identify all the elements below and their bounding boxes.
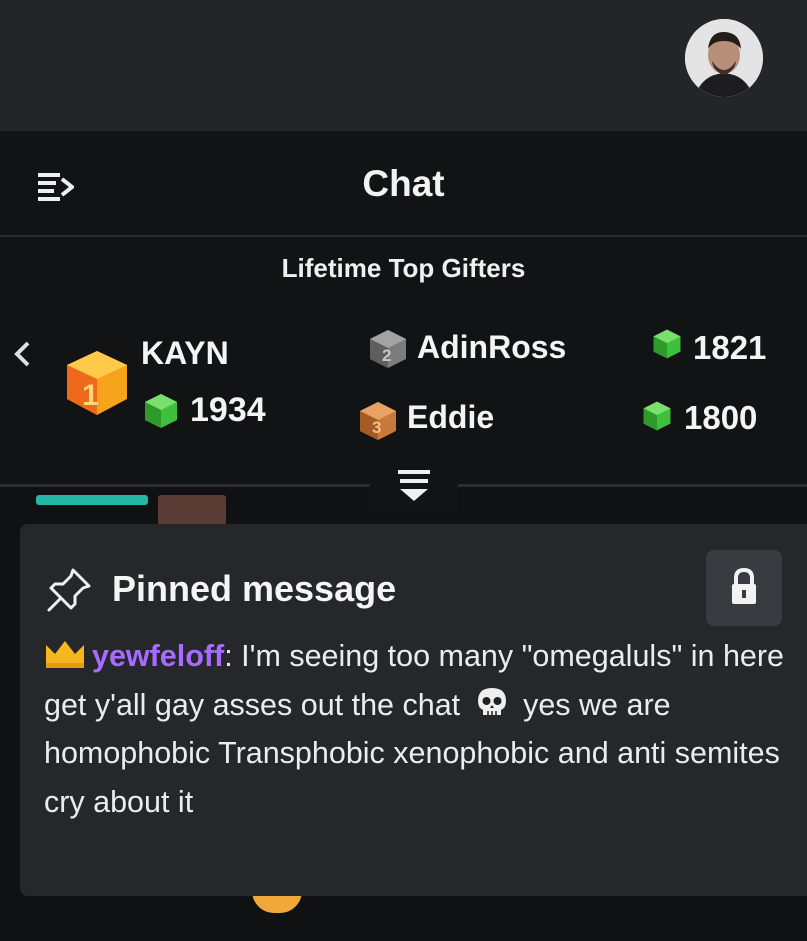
chat-title: Chat xyxy=(362,163,445,204)
chat-header: Chat xyxy=(0,131,807,237)
avatar-image xyxy=(685,19,763,97)
rank-1-badge-icon: 1 xyxy=(67,351,127,415)
top-bar xyxy=(0,0,807,131)
svg-text:1: 1 xyxy=(82,379,99,412)
gifter-2-amount: 1821 xyxy=(693,329,767,366)
svg-text:3: 3 xyxy=(372,418,381,437)
user-avatar[interactable] xyxy=(685,19,763,97)
chevron-left-icon[interactable] xyxy=(11,339,33,369)
divider xyxy=(0,484,370,487)
gifter-3-name[interactable]: Eddie xyxy=(407,399,494,436)
pinned-message-text: yewfeloff: I'm seeing too many "omegalul… xyxy=(44,632,789,826)
pinned-username[interactable]: yewfeloff xyxy=(92,639,224,673)
expand-gifters-button[interactable] xyxy=(370,467,458,513)
gem-icon xyxy=(643,401,671,431)
chevron-down-lines-icon xyxy=(398,470,430,501)
username-separator: : xyxy=(224,639,233,673)
gem-icon xyxy=(653,329,681,359)
top-gifters-title: Lifetime Top Gifters xyxy=(281,253,526,283)
top-gifters-panel: Lifetime Top Gifters 1 KAYN 1934 2 AdinR… xyxy=(0,237,807,487)
gifter-2-name[interactable]: AdinRoss xyxy=(417,329,566,366)
pinned-message-title: Pinned message xyxy=(112,568,397,609)
unpin-lock-button[interactable] xyxy=(706,550,782,626)
partial-emote xyxy=(158,495,226,525)
gifter-1-amount: 1934 xyxy=(190,391,266,429)
lock-icon xyxy=(732,567,756,604)
skull-emoji-icon xyxy=(477,687,506,715)
rank-2-badge-icon: 2 xyxy=(370,330,406,368)
pin-icon xyxy=(47,568,91,612)
pinned-message-card: Pinned message yewfeloff: I'm seeing too… xyxy=(20,524,807,896)
gifter-3-amount: 1800 xyxy=(684,399,758,436)
rank-3-badge-icon: 3 xyxy=(360,402,396,440)
partial-username xyxy=(36,495,148,505)
divider xyxy=(458,484,807,487)
svg-text:2: 2 xyxy=(382,346,391,365)
gifter-1-name[interactable]: KAYN xyxy=(141,335,229,372)
crown-icon xyxy=(46,641,84,668)
gem-icon xyxy=(145,394,177,428)
